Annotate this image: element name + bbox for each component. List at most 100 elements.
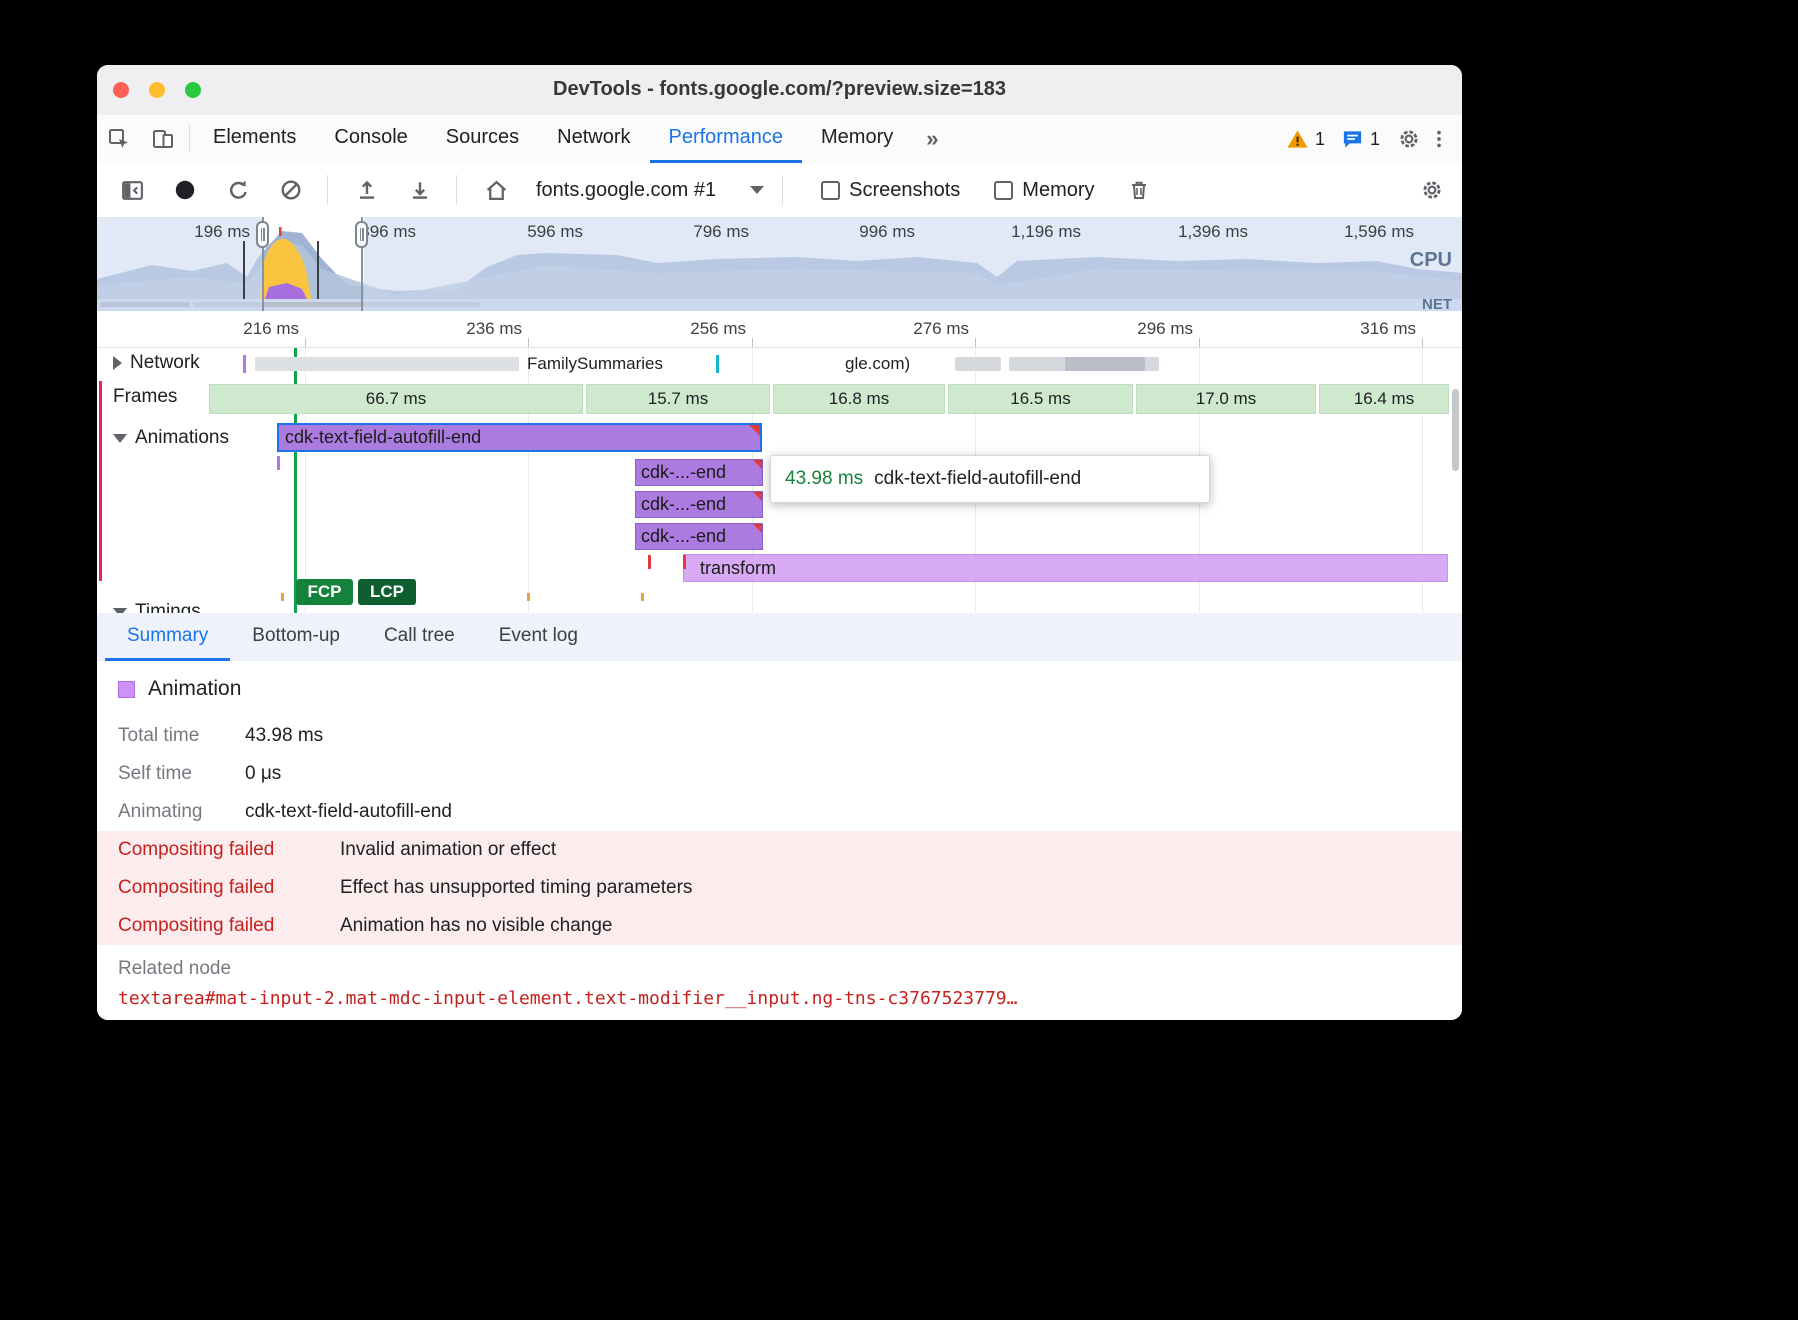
toggle-sidebar-button[interactable] [114, 172, 150, 208]
frames-track: 66.7 ms 15.7 ms 16.8 ms 16.5 ms 17.0 ms … [97, 381, 1462, 417]
warning-reason: Effect has unsupported timing parameters [340, 877, 692, 899]
frame-cell[interactable]: 15.7 ms [586, 384, 770, 414]
animation-event-tick[interactable] [277, 456, 280, 470]
tab-event-log[interactable]: Event log [477, 613, 600, 661]
long-task-tick [683, 555, 686, 569]
toolbar-separator [782, 175, 783, 205]
row-label: Self time [118, 763, 245, 785]
clear-icon [279, 178, 303, 202]
network-request-tick[interactable] [243, 355, 246, 373]
transform-bar-label: transform [700, 558, 776, 579]
overview-tick: 596 ms [493, 222, 583, 242]
inspect-element-button[interactable] [97, 115, 141, 163]
toggle-device-toolbar-button[interactable] [141, 115, 185, 163]
memory-toggle[interactable]: Memory [994, 179, 1094, 202]
window-title: DevTools - fonts.google.com/?preview.siz… [97, 78, 1462, 101]
screenshots-label: Screenshots [849, 179, 960, 202]
trash-icon [1127, 178, 1151, 202]
timing-tick [527, 593, 530, 601]
related-node-label: Related node [118, 958, 1462, 980]
timings-track-header[interactable]: Timings [113, 601, 201, 613]
tab-memory[interactable]: Memory [802, 115, 912, 163]
home-icon [484, 178, 509, 203]
ruler-tick: 296 ms [1103, 319, 1193, 339]
network-request-name[interactable]: gle.com) [845, 354, 910, 374]
vertical-scrollbar[interactable] [1452, 389, 1459, 471]
frame-cell[interactable]: 16.4 ms [1319, 384, 1449, 414]
profile-select[interactable]: fonts.google.com #1 [536, 179, 764, 202]
network-request-bar[interactable] [1065, 357, 1145, 371]
screenshots-checkbox[interactable] [821, 181, 840, 200]
frames-track-header[interactable]: Frames [113, 386, 177, 408]
record-icon [172, 177, 198, 203]
collect-garbage-button[interactable] [1121, 172, 1157, 208]
row-label: Total time [118, 725, 245, 747]
overview-tick: 196 ms [160, 222, 250, 242]
frame-cell[interactable]: 66.7 ms [209, 384, 583, 414]
animation-color-swatch [118, 681, 135, 698]
network-track-header[interactable]: Network [113, 352, 208, 374]
warning-reason: Animation has no visible change [340, 915, 613, 937]
gear-icon [1419, 177, 1445, 203]
tooltip-name: cdk-text-field-autofill-end [874, 468, 1081, 490]
summary-row-animating: Animating cdk-text-field-autofill-end [97, 793, 1462, 831]
settings-gear-icon[interactable] [1396, 126, 1422, 152]
network-request-bar[interactable] [255, 357, 519, 371]
tab-performance[interactable]: Performance [650, 115, 803, 163]
overview-tick: 796 ms [659, 222, 749, 242]
collapse-arrow-icon [113, 608, 127, 614]
details-tabbar: Summary Bottom-up Call tree Event log [97, 613, 1462, 662]
load-profile-button[interactable] [349, 172, 385, 208]
tab-call-tree[interactable]: Call tree [362, 613, 477, 661]
animation-event[interactable]: cdk-...-end [635, 523, 763, 550]
kebab-menu-icon[interactable] [1428, 128, 1450, 150]
warning-corner-icon [753, 492, 762, 501]
selection-left-handle[interactable] [256, 221, 269, 248]
screenshots-toggle[interactable]: Screenshots [821, 179, 960, 202]
warning-label: Compositing failed [118, 839, 340, 861]
animations-track-header[interactable]: Animations [113, 427, 229, 449]
record-button[interactable] [167, 172, 203, 208]
animation-event[interactable]: cdk-...-end [635, 491, 763, 518]
save-profile-button[interactable] [402, 172, 438, 208]
timeline-overview[interactable]: 196 ms 396 ms 596 ms 796 ms 996 ms 1,196… [97, 217, 1462, 312]
tab-bottom-up[interactable]: Bottom-up [230, 613, 362, 661]
reload-and-record-button[interactable] [220, 172, 256, 208]
tab-console[interactable]: Console [315, 115, 426, 163]
more-tabs-button[interactable]: » [912, 115, 952, 163]
frame-cell[interactable]: 16.5 ms [948, 384, 1133, 414]
issues-icon[interactable] [1341, 128, 1364, 151]
warning-count: 1 [1315, 129, 1325, 150]
memory-checkbox[interactable] [994, 181, 1013, 200]
clear-recording-button[interactable] [273, 172, 309, 208]
tab-elements[interactable]: Elements [194, 115, 315, 163]
transform-animation-bar[interactable]: transform [683, 554, 1448, 582]
ruler-tick: 256 ms [656, 319, 746, 339]
home-button[interactable] [478, 172, 514, 208]
tabbar-separator [189, 125, 190, 153]
summary-row-total-time: Total time 43.98 ms [97, 717, 1462, 755]
ruler-tick: 276 ms [879, 319, 969, 339]
frame-cell[interactable]: 16.8 ms [773, 384, 945, 414]
tab-network[interactable]: Network [538, 115, 649, 163]
animations-track-label: Animations [135, 427, 229, 449]
frame-cell[interactable]: 17.0 ms [1136, 384, 1316, 414]
selection-right-handle[interactable] [355, 221, 368, 248]
upload-icon [355, 178, 379, 202]
animation-event[interactable]: cdk-...-end [635, 459, 763, 486]
capture-settings-button[interactable] [1414, 172, 1450, 208]
network-request-bar[interactable] [955, 357, 1001, 371]
toolbar-separator [456, 175, 457, 205]
tab-summary[interactable]: Summary [105, 613, 230, 661]
warning-icon[interactable] [1286, 128, 1309, 151]
network-request-name[interactable]: FamilySummaries [527, 354, 663, 374]
tab-sources[interactable]: Sources [427, 115, 538, 163]
related-node-link[interactable]: textarea#mat-input-2.mat-mdc-input-eleme… [118, 988, 1462, 1009]
tooltip-duration: 43.98 ms [785, 468, 863, 490]
network-request-tick[interactable] [716, 355, 719, 373]
animation-event-selected[interactable]: cdk-text-field-autofill-end [277, 423, 762, 452]
flame-chart[interactable]: 216 ms 236 ms 256 ms 276 ms 296 ms 316 m… [97, 311, 1462, 613]
network-track: Network FamilySummaries gle.com) [97, 347, 1462, 381]
animation-event-label: cdk-text-field-autofill-end [285, 427, 481, 448]
warning-label: Compositing failed [118, 915, 340, 937]
